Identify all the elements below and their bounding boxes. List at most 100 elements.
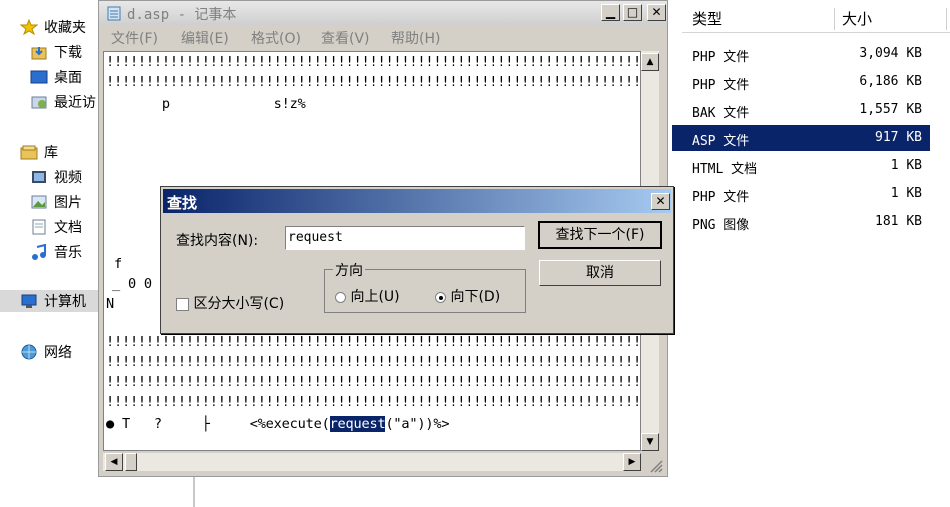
nav-desktop[interactable]: 桌面 — [30, 66, 82, 88]
radio-down-label: 向下(D) — [450, 289, 501, 305]
download-folder-icon — [30, 44, 48, 60]
maximize-button[interactable]: □ — [623, 4, 642, 21]
nav-downloads[interactable]: 下载 — [30, 41, 82, 63]
document-icon — [30, 219, 48, 235]
radio-button-selected-icon — [435, 291, 446, 303]
nav-library[interactable]: 库 — [20, 141, 58, 163]
nav-music[interactable]: 音乐 — [30, 241, 82, 263]
video-icon — [30, 169, 48, 185]
file-type: HTML 文档 — [692, 162, 758, 177]
file-list-header: 类型 大小 — [682, 6, 950, 33]
search-highlight: request — [329, 416, 386, 432]
file-row[interactable]: BAK 文件 1,557 KB — [672, 97, 930, 123]
file-size: 3,094 KB — [859, 46, 922, 61]
computer-icon — [20, 293, 38, 309]
find-dialog: 查找 ✕ 查找内容(N): request 查找下一个(F) 取消 方向 向上(… — [160, 186, 674, 334]
nav-videos[interactable]: 视频 — [30, 166, 82, 188]
cancel-button[interactable]: 取消 — [539, 260, 661, 286]
text-segment: ("a"))%> — [385, 416, 450, 432]
column-separator[interactable] — [946, 8, 947, 30]
menu-format[interactable]: 格式(O) — [251, 28, 301, 48]
menu-view[interactable]: 查看(V) — [321, 28, 370, 48]
file-size: 1 KB — [890, 158, 922, 173]
maximize-icon: □ — [626, 5, 639, 19]
file-row-selected[interactable]: ASP 文件 917 KB — [672, 125, 930, 151]
file-size: 6,186 KB — [859, 74, 922, 89]
text-line: p s!z% — [106, 96, 306, 112]
nav-network-label: 网络 — [44, 345, 72, 361]
file-row[interactable]: PNG 图像 181 KB — [672, 209, 930, 235]
text-line: !!!!!!!!!!!!!!!!!!!!!!!!!!!!!!!!!!!!!!!!… — [106, 74, 641, 90]
file-list: 类型 大小 PHP 文件 3,094 KB PHP 文件 6,186 KB BAK … — [668, 0, 950, 507]
picture-icon — [30, 194, 48, 210]
file-row[interactable]: PHP 文件 6,186 KB — [672, 69, 930, 95]
menu-help[interactable]: 帮助(H) — [391, 28, 440, 48]
scroll-right-arrow-icon[interactable]: ▶ — [623, 453, 641, 471]
nav-network[interactable]: 网络 — [20, 341, 72, 363]
text-line: !!!!!!!!!!!!!!!!!!!!!!!!!!!!!!!!!!!!!!!!… — [106, 54, 641, 70]
scroll-up-arrow-icon[interactable]: ▲ — [641, 53, 659, 71]
radio-up[interactable]: 向上(U) — [335, 286, 400, 306]
dialog-title: 查找 — [167, 194, 198, 212]
nav-documents-label: 文档 — [54, 220, 82, 236]
text-line: !!!!!!!!!!!!!!!!!!!!!!!!!!!!!!!!!!!!!!!!… — [106, 334, 641, 350]
file-type: PHP 文件 — [692, 50, 750, 65]
scroll-thumb[interactable] — [125, 453, 137, 471]
text-line: ● T ? ├ <%execute(request("a"))%> — [106, 416, 450, 432]
match-case-checkbox[interactable]: 区分大小写(C) — [176, 293, 284, 313]
notepad-title-bar[interactable]: d.asp - 记事本 ▁ □ ✕ — [99, 1, 667, 25]
desktop-icon — [30, 69, 48, 85]
music-icon — [30, 243, 48, 260]
radio-down[interactable]: 向下(D) — [435, 286, 500, 306]
library-icon — [20, 144, 38, 160]
nav-recent-label: 最近访 — [54, 95, 96, 111]
nav-favorites-label: 收藏夹 — [44, 20, 86, 36]
nav-pictures[interactable]: 图片 — [30, 191, 82, 213]
column-size[interactable]: 大小 — [842, 6, 872, 32]
navigation-pane: 收藏夹 下载 桌面 最近访 库 视频 图片 文档 音乐 计算机 网络 — [0, 0, 98, 507]
find-next-button[interactable]: 查找下一个(F) — [538, 221, 662, 249]
file-size: 181 KB — [875, 214, 922, 229]
radio-button-icon — [335, 291, 346, 303]
close-button[interactable]: ✕ — [647, 4, 666, 21]
file-type: PHP 文件 — [692, 78, 750, 93]
nav-documents[interactable]: 文档 — [30, 216, 82, 238]
find-dialog-title-bar[interactable]: 查找 ✕ — [163, 189, 671, 213]
close-icon: ✕ — [651, 5, 662, 19]
minimize-button[interactable]: ▁ — [601, 4, 620, 21]
nav-recent[interactable]: 最近访 — [30, 91, 96, 113]
text-segment: ● T ? ├ <%execute( — [106, 416, 330, 432]
file-size: 1,557 KB — [859, 102, 922, 117]
find-input[interactable]: request — [285, 226, 525, 250]
direction-group: 方向 向上(U) 向下(D) — [324, 260, 526, 313]
match-case-label: 区分大小写(C) — [193, 296, 285, 312]
nav-videos-label: 视频 — [54, 170, 82, 186]
scroll-left-arrow-icon[interactable]: ◀ — [105, 453, 123, 471]
scroll-down-arrow-icon[interactable]: ▼ — [641, 433, 659, 451]
direction-label: 方向 — [333, 260, 365, 280]
nav-favorites[interactable]: 收藏夹 — [19, 16, 86, 38]
file-type: PHP 文件 — [692, 190, 750, 205]
file-row[interactable]: PHP 文件 1 KB — [672, 181, 930, 207]
menu-edit[interactable]: 编辑(E) — [181, 28, 229, 48]
menu-file[interactable]: 文件(F) — [111, 28, 158, 48]
dialog-close-button[interactable]: ✕ — [651, 193, 670, 210]
text-line: !!!!!!!!!!!!!!!!!!!!!!!!!!!!!!!!!!!!!!!!… — [106, 394, 641, 410]
resize-grip-icon[interactable] — [647, 457, 663, 473]
text-line: !!!!!!!!!!!!!!!!!!!!!!!!!!!!!!!!!!!!!!!!… — [106, 354, 641, 370]
horizontal-scrollbar[interactable]: ◀ ▶ — [103, 453, 641, 471]
network-icon — [20, 344, 38, 360]
text-line: _ 0 0 — [112, 276, 152, 292]
nav-pictures-label: 图片 — [54, 195, 82, 211]
nav-music-label: 音乐 — [54, 245, 82, 261]
nav-computer[interactable]: 计算机 — [0, 290, 98, 312]
file-row[interactable]: PHP 文件 3,094 KB — [672, 41, 930, 67]
text-line: N — [106, 296, 114, 312]
file-type: BAK 文件 — [692, 106, 750, 121]
column-type[interactable]: 类型 — [692, 6, 722, 32]
file-row[interactable]: HTML 文档 1 KB — [672, 153, 930, 179]
find-label: 查找内容(N): — [176, 233, 259, 249]
nav-library-label: 库 — [44, 145, 58, 161]
file-type: PNG 图像 — [692, 218, 750, 233]
column-separator[interactable] — [834, 8, 835, 30]
